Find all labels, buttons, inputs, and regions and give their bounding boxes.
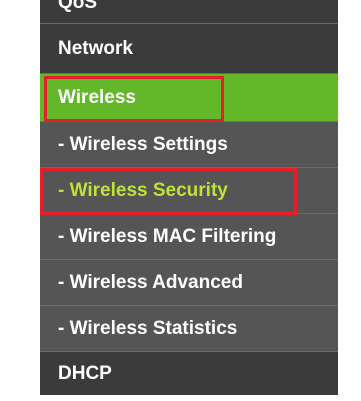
sidebar-item-dhcp[interactable]: DHCP bbox=[40, 352, 338, 395]
sidebar-item-label: - Wireless Security bbox=[58, 179, 228, 201]
sidebar-subitem-wireless-mac-filtering[interactable]: - Wireless MAC Filtering bbox=[40, 214, 338, 260]
sidebar-subitem-wireless-security[interactable]: - Wireless Security bbox=[40, 168, 338, 214]
router-nav-screenshot: QoS Network Wireless - Wireless Settings… bbox=[0, 0, 361, 401]
sidebar-item-label: DHCP bbox=[58, 362, 112, 384]
sidebar-item-label: - Wireless Settings bbox=[58, 133, 228, 155]
sidebar-item-wireless[interactable]: Wireless bbox=[40, 74, 338, 122]
sidebar-item-label: QoS bbox=[58, 0, 98, 13]
sidebar-item-label: - Wireless Advanced bbox=[58, 271, 243, 293]
sidebar-subitem-wireless-settings[interactable]: - Wireless Settings bbox=[40, 122, 338, 168]
sidebar-subitem-wireless-statistics[interactable]: - Wireless Statistics bbox=[40, 306, 338, 352]
sidebar-menu: QoS Network Wireless - Wireless Settings… bbox=[40, 0, 338, 395]
sidebar-item-label: Network bbox=[58, 37, 133, 59]
sidebar-subitem-wireless-advanced[interactable]: - Wireless Advanced bbox=[40, 260, 338, 306]
sidebar-item-label: - Wireless Statistics bbox=[58, 317, 238, 339]
sidebar-item-label: - Wireless MAC Filtering bbox=[58, 225, 277, 247]
sidebar-item-network[interactable]: Network bbox=[40, 24, 338, 74]
sidebar-item-label: Wireless bbox=[58, 86, 136, 108]
sidebar-item-qos[interactable]: QoS bbox=[40, 0, 338, 24]
